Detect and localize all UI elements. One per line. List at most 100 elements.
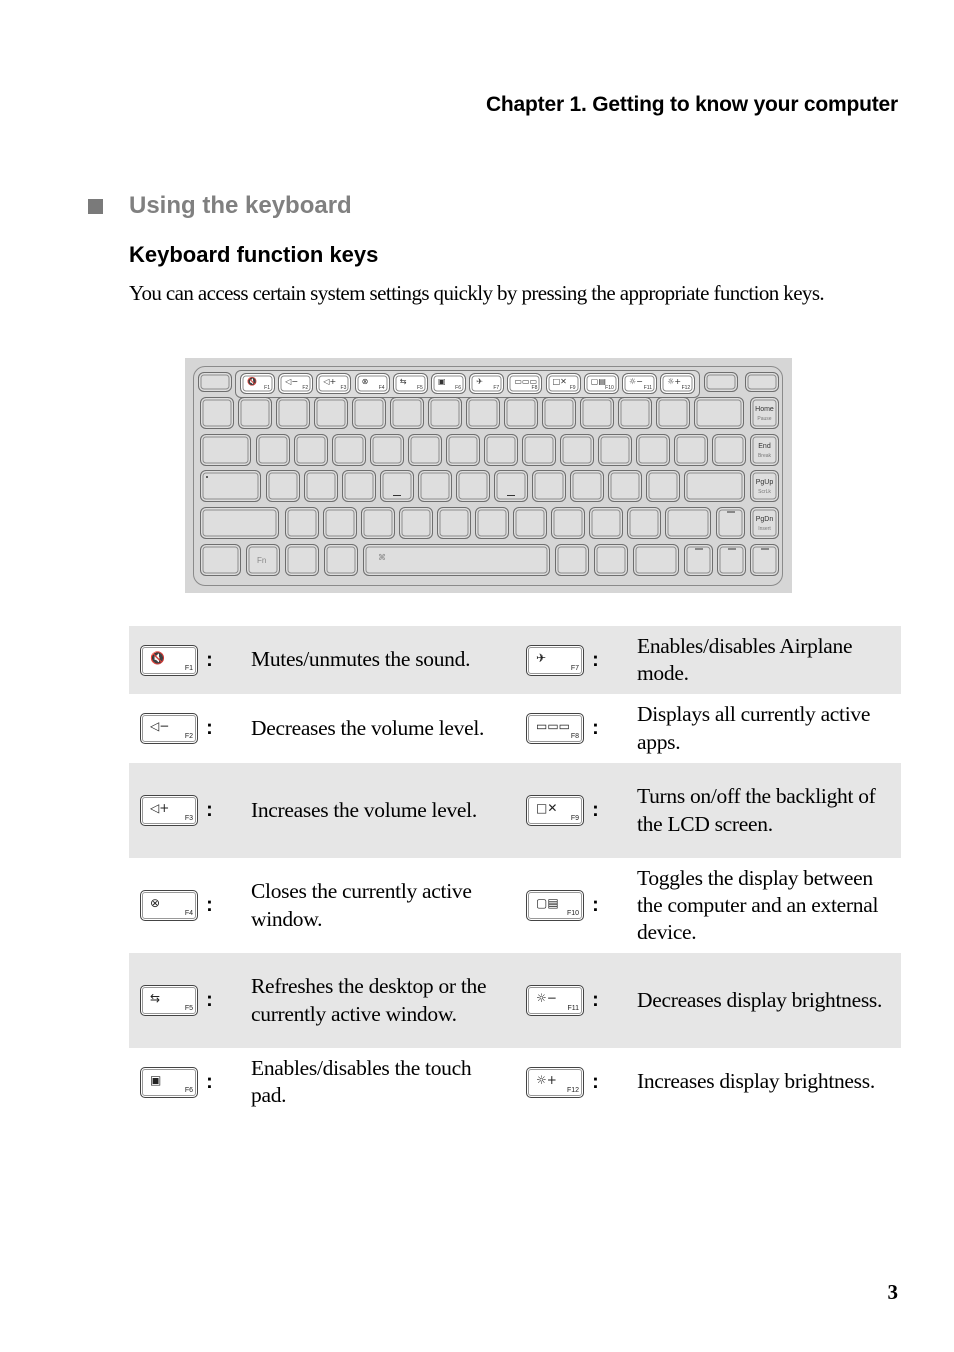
nav-key-secondary: Pause [757, 416, 772, 422]
key-label: F3 [184, 815, 193, 822]
function-key-label: F4 [378, 385, 385, 391]
nav-key-primary: End [758, 443, 771, 450]
pgdn-key: PgDn Insert [750, 507, 779, 539]
keyboard-key-f8: ▭▭▭ F8 [507, 373, 543, 394]
keyboard-key [504, 397, 538, 429]
keyboard-key-f2: ◁− F2 [278, 373, 314, 394]
function-description: Refreshes the desktop or the currently a… [251, 974, 487, 1026]
keyboard-key-f7: ✈ F7 [469, 373, 505, 394]
fn-key-label: Fn [257, 556, 267, 565]
keyboard-key [598, 434, 632, 466]
chapter-header: Chapter 1. Getting to know your computer [485, 93, 898, 116]
keyboard-key-f3: ◁+ F3 [316, 373, 352, 394]
function-key-label: F8 [531, 385, 538, 391]
function-key-row: ⇆ F5: Refreshes the desktop or the current… [129, 953, 901, 1048]
fn-key: Fn [246, 544, 280, 576]
keyboard-key-f1: 🔇 F1 [240, 373, 275, 394]
subheading: Keyboard function keys [129, 242, 379, 267]
nav-key-primary: PgUp [755, 479, 774, 486]
function-key-entry: ⊗ F4: Closes the currently active window. [129, 878, 515, 933]
keyboard-key [408, 434, 442, 466]
function-key-label: F10 [605, 385, 614, 391]
right-alt-key [555, 544, 589, 576]
key-f1: 🔇 F1 [140, 644, 198, 676]
function-key-entry: ✈ F7: Enables/disables Airplane mode. [515, 633, 901, 688]
key-f11: ☼− F11 [526, 985, 584, 1016]
keyboard-key [656, 397, 690, 429]
keyboard-key [456, 470, 490, 502]
refresh-icon: ⇆ [150, 991, 161, 1005]
keyboard-key [560, 434, 594, 466]
keyboard-key [390, 397, 424, 429]
ctrl-key [200, 544, 241, 576]
colon-separator: : [206, 1070, 213, 1093]
nav-key-primary: PgDn [755, 516, 774, 523]
brightness-down-icon: ☼− [629, 377, 643, 386]
keyboard-key [342, 470, 376, 502]
function-key-row: 🔇 F1: Mutes/unmutes the sound. ✈ F7: Enables/… [129, 626, 901, 694]
function-description: Decreases display brightness. [637, 987, 883, 1012]
pgup-key: PgUp ScrLk [750, 470, 779, 502]
function-key-entry: 🔇 F1: Mutes/unmutes the sound. [129, 644, 515, 676]
keyboard-key-f10: ▢▤ F10 [583, 373, 619, 394]
keyboard-key [323, 507, 357, 539]
arrow-up-icon [726, 511, 735, 513]
colon-separator: : [592, 893, 599, 916]
keyboard-key [484, 434, 518, 466]
keyboard-key-f5: ⇆ F5 [392, 373, 428, 394]
keyboard-key [304, 470, 338, 502]
keyboard-key [332, 434, 366, 466]
keyboard-key [646, 470, 680, 502]
key-label: F10 [566, 909, 579, 917]
arrow-right-icon [760, 548, 769, 550]
keyboard-key [589, 507, 623, 539]
keyboard-key [513, 507, 547, 539]
key-f10: ▢▤ F10 [526, 889, 584, 921]
key-f9: □✕ F9 [526, 795, 584, 826]
esc-key [198, 372, 232, 392]
function-key-entry: ⇆ F5: Refreshes the desktop or the current… [129, 973, 515, 1028]
backlight-off-icon: □✕ [536, 801, 558, 815]
function-key-entry: ◁+ F3: Increases the volume level. [129, 795, 515, 826]
function-key-row: ⊗ F4: Closes the currently active window. ▢… [129, 858, 901, 953]
brightness-up-icon: ☼+ [667, 377, 682, 386]
touchpad-icon: ▣ [150, 1072, 162, 1087]
section-title: Using the keyboard [129, 192, 352, 219]
key-f2: ◁− F2 [140, 713, 198, 744]
keyboard-key [522, 434, 556, 466]
keyboard-key [636, 434, 670, 466]
tab-key [200, 434, 251, 466]
keyboard-key-f12: ☼+ F12 [660, 373, 696, 394]
colon-separator: : [592, 717, 599, 739]
key-label: F5 [184, 1005, 193, 1012]
function-key-label: F5 [416, 385, 423, 391]
function-key-row: ▣ F6: Enables/disables the touch pad. ☼+ F12… [129, 1048, 901, 1116]
volume-down-icon: ◁− [150, 719, 170, 733]
function-key-label: F11 [643, 385, 652, 391]
nav-key-secondary: ScrLk [758, 489, 771, 495]
key-f3: ◁+ F3 [140, 795, 198, 826]
function-key-entry: ◁− F2: Decreases the volume level. [129, 713, 515, 744]
keyboard-key [494, 470, 528, 502]
function-key-entry: □✕ F9: Turns on/off the backlight of the L… [515, 783, 901, 838]
function-description: Closes the currently active window. [251, 879, 472, 931]
nav-key-secondary: Insert [758, 526, 771, 532]
end-key: End Break [750, 434, 779, 466]
left-shift-key [200, 507, 279, 539]
function-key-table: 🔇 F1: Mutes/unmutes the sound. ✈ F7: Enables/… [129, 626, 901, 1116]
keyboard-key [361, 507, 395, 539]
keyboard-key [285, 507, 319, 539]
keyboard-key [276, 397, 310, 429]
colon-separator: : [592, 799, 599, 821]
active-apps-icon: ▭▭▭ [536, 719, 571, 733]
caps-indicator-icon [206, 476, 208, 478]
nav-key-secondary: Break [757, 453, 772, 459]
function-description: Increases display brightness. [637, 1069, 875, 1094]
keyboard-key [704, 372, 738, 392]
key-f4: ⊗ F4 [140, 890, 198, 921]
function-description: Enables/disables Airplane mode. [637, 633, 853, 685]
function-description: Increases the volume level. [251, 797, 477, 822]
arrow-up-key [716, 507, 745, 539]
function-key-label: F6 [455, 385, 461, 391]
keyboard-key [200, 397, 234, 429]
